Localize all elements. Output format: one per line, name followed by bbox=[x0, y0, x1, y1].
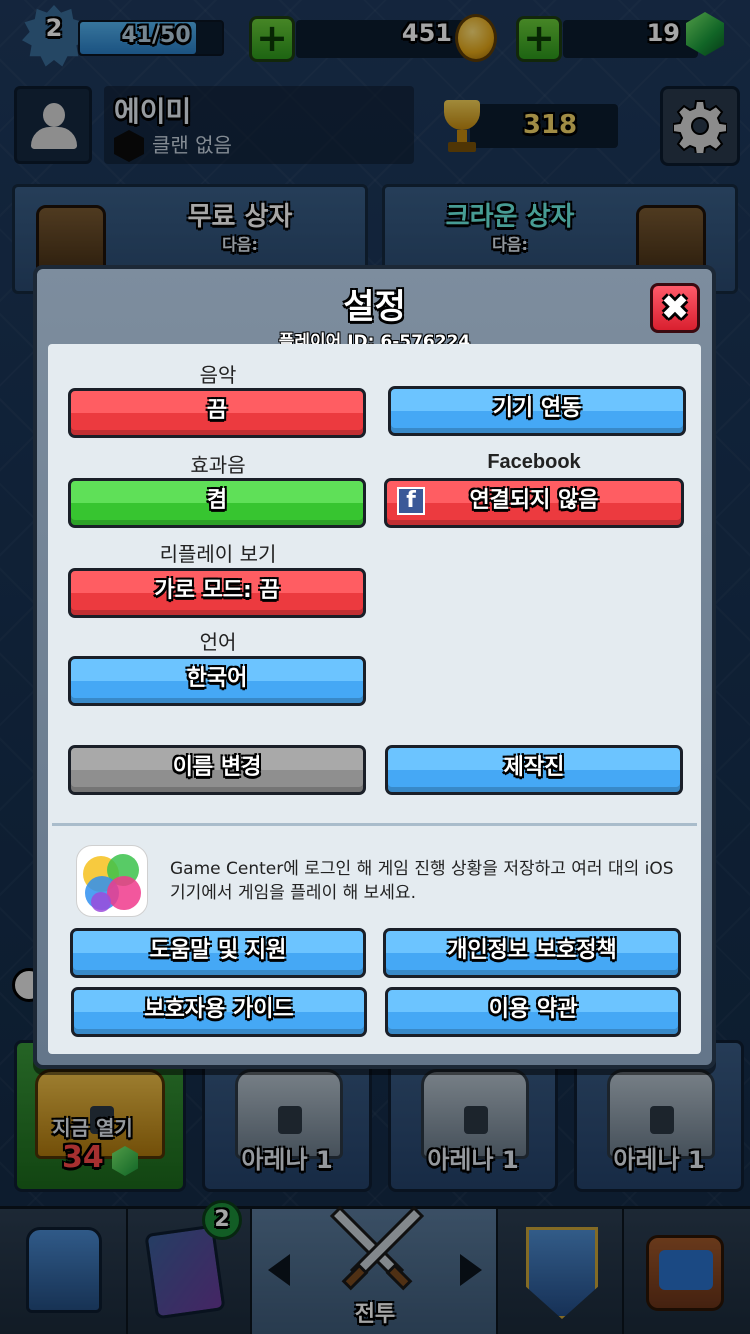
device-link-button[interactable]: 기기 연동 bbox=[388, 386, 686, 436]
close-icon: ✖ bbox=[660, 288, 690, 328]
rename-button[interactable]: 이름 변경 bbox=[68, 745, 366, 795]
facebook-connect-button[interactable]: f 연결되지 않음 bbox=[384, 478, 684, 528]
rename-label: 이름 변경 bbox=[172, 755, 262, 780]
terms-label: 이용 약관 bbox=[488, 997, 578, 1022]
replay-mode-value: 가로 모드: 끔 bbox=[154, 578, 280, 603]
game-center-message: Game Center에 로그인 해 게임 진행 상황을 저장하고 여러 대의 … bbox=[170, 859, 674, 903]
language-label: 언어 bbox=[199, 630, 237, 654]
device-link-label: 기기 연동 bbox=[492, 396, 582, 421]
credits-label: 제작진 bbox=[503, 755, 565, 780]
dialog-title: 설정 bbox=[343, 287, 406, 327]
music-label: 음악 bbox=[199, 363, 237, 387]
facebook-label: Facebook bbox=[487, 451, 581, 473]
privacy-policy-button[interactable]: 개인정보 보호정책 bbox=[383, 928, 681, 978]
sfx-toggle-value: 켬 bbox=[206, 488, 228, 513]
credits-button[interactable]: 제작진 bbox=[385, 745, 683, 795]
settings-dialog: 설정 플레이어 ID: 6-576224 ✖ 음악 끔 기기 연동 효과음 켬 … bbox=[33, 265, 716, 1069]
sfx-toggle-button[interactable]: 켬 bbox=[68, 478, 366, 528]
language-button[interactable]: 한국어 bbox=[68, 656, 366, 706]
terms-button[interactable]: 이용 약관 bbox=[385, 987, 681, 1037]
parents-guide-button[interactable]: 보호자용 가이드 bbox=[71, 987, 367, 1037]
help-support-label: 도움말 및 지원 bbox=[149, 938, 287, 963]
music-toggle-button[interactable]: 끔 bbox=[68, 388, 366, 438]
game-center-icon bbox=[76, 845, 148, 917]
parents-guide-label: 보호자용 가이드 bbox=[144, 997, 294, 1022]
divider bbox=[52, 823, 697, 826]
settings-panel: 음악 끔 기기 연동 효과음 켬 Facebook f 연결되지 않음 리플레이… bbox=[48, 344, 701, 1054]
help-support-button[interactable]: 도움말 및 지원 bbox=[70, 928, 366, 978]
music-toggle-value: 끔 bbox=[206, 398, 228, 423]
replay-label: 리플레이 보기 bbox=[159, 542, 277, 566]
facebook-icon: f bbox=[397, 487, 425, 515]
close-button[interactable]: ✖ bbox=[650, 283, 700, 333]
facebook-status: 연결되지 않음 bbox=[469, 488, 599, 513]
sfx-label: 효과음 bbox=[190, 453, 246, 477]
language-value: 한국어 bbox=[186, 666, 248, 691]
privacy-policy-label: 개인정보 보호정책 bbox=[447, 938, 617, 963]
replay-mode-button[interactable]: 가로 모드: 끔 bbox=[68, 568, 366, 618]
